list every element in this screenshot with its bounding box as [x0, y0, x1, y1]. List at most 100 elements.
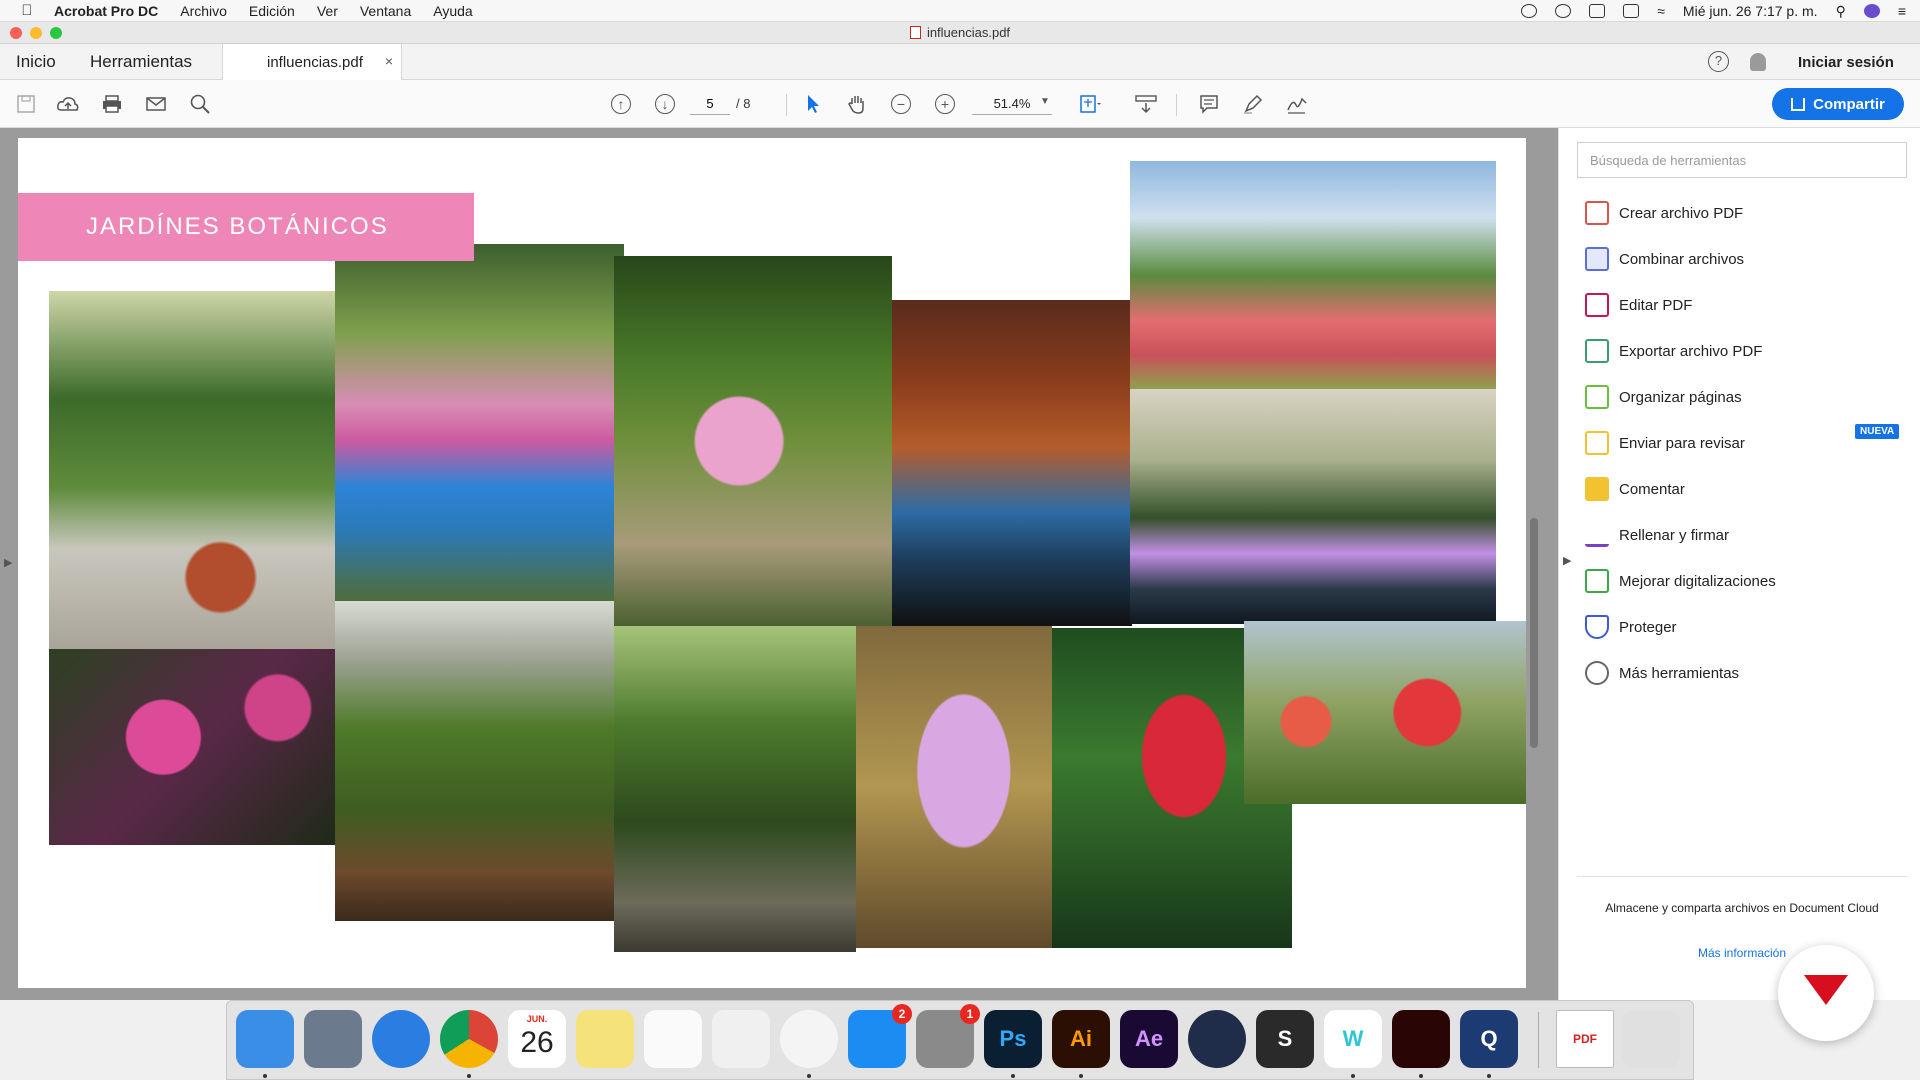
scroll-mode-icon[interactable] — [1134, 92, 1158, 116]
dock-system-preferences-icon[interactable]: 1 — [916, 1004, 980, 1068]
dock-calendar-icon[interactable]: JUN. 26 — [508, 1010, 566, 1068]
previous-page-icon[interactable]: ↑ — [609, 92, 633, 116]
create-pdf-icon — [1585, 201, 1609, 225]
share-button[interactable]: Compartir — [1772, 88, 1904, 120]
tool-fill-and-sign[interactable]: Rellenar y firmar — [1585, 520, 1729, 550]
menu-archivo[interactable]: Archivo — [180, 3, 227, 19]
siri-icon[interactable] — [1863, 4, 1880, 18]
apple-menu-icon[interactable]:  — [0, 2, 54, 19]
dock-separator — [1538, 1012, 1539, 1068]
tool-enhance-scans[interactable]: Mejorar digitalizaciones — [1585, 566, 1776, 596]
dock-illustrator-icon[interactable]: Ai — [1052, 1010, 1110, 1068]
airplay-icon[interactable] — [1623, 4, 1640, 18]
record-status-icon[interactable] — [1521, 4, 1538, 18]
window-zoom-button[interactable] — [50, 27, 62, 39]
tab-document[interactable]: influencias.pdf × — [222, 44, 402, 80]
page-number-input[interactable] — [690, 93, 730, 115]
dock-app-label: Ps — [999, 1026, 1027, 1051]
running-indicator — [1487, 1074, 1491, 1078]
running-indicator — [1079, 1074, 1083, 1078]
dock-app-label: W — [1342, 1026, 1364, 1051]
tool-create-pdf[interactable]: Crear archivo PDF — [1585, 198, 1743, 228]
pdf-file-icon — [909, 26, 921, 39]
running-indicator — [467, 1074, 471, 1078]
dock-photos-icon[interactable] — [712, 1010, 770, 1068]
select-cursor-icon[interactable] — [801, 92, 825, 116]
help-icon[interactable]: ? — [1708, 51, 1729, 72]
upload-cloud-icon[interactable] — [56, 92, 80, 116]
search-icon[interactable] — [188, 92, 212, 116]
dock-trash-icon[interactable] — [1622, 1010, 1680, 1068]
tool-more-tools[interactable]: Más herramientas — [1585, 658, 1739, 688]
dock-pdf-document-icon[interactable]: PDF — [1556, 1010, 1614, 1068]
dock-photoshop-icon[interactable]: Ps — [984, 1010, 1042, 1068]
email-icon[interactable] — [144, 92, 168, 116]
notification-center-icon[interactable]: ≡ — [1898, 3, 1906, 19]
window-title-bar: influencias.pdf — [0, 22, 1920, 44]
notifications-bell-icon[interactable] — [1750, 53, 1766, 71]
tool-combine-files[interactable]: Combinar archivos — [1585, 244, 1744, 274]
highlight-pen-icon[interactable] — [1241, 92, 1265, 116]
tool-protect[interactable]: Proteger — [1585, 612, 1677, 642]
calendar-day: 26 — [520, 1026, 554, 1059]
tab-tools[interactable]: Herramientas — [90, 52, 192, 72]
photo-red-roses — [1244, 621, 1526, 804]
collapse-pane-icon[interactable]: ▶ — [1563, 554, 1571, 567]
hand-tool-icon[interactable] — [845, 92, 869, 116]
menu-ventana[interactable]: Ventana — [360, 3, 411, 19]
menu-edicion[interactable]: Edición — [249, 3, 295, 19]
dock-safari-icon[interactable] — [372, 1010, 430, 1068]
floating-logo-button[interactable] — [1778, 945, 1874, 1041]
dock-itunes-icon[interactable] — [780, 1010, 838, 1068]
menu-ver[interactable]: Ver — [317, 3, 338, 19]
dock-sketchup-s-icon[interactable]: S — [1256, 1010, 1314, 1068]
tool-label: Proteger — [1619, 618, 1677, 636]
wifi-icon[interactable]: ≈ — [1657, 3, 1665, 19]
tool-export-pdf[interactable]: Exportar archivo PDF — [1585, 336, 1762, 366]
menu-ayuda[interactable]: Ayuda — [433, 3, 472, 19]
zoom-out-icon[interactable]: − — [889, 92, 913, 116]
dock-cinema-4d-icon[interactable] — [1188, 1010, 1246, 1068]
dock-launchpad-icon[interactable] — [304, 1010, 362, 1068]
dock-notes-icon[interactable] — [576, 1010, 634, 1068]
photo-park-fountain-night — [1130, 389, 1496, 624]
tools-search-input[interactable] — [1577, 142, 1907, 178]
display-icon[interactable] — [1589, 4, 1606, 18]
dock-app-store-icon[interactable]: 2 — [848, 1004, 912, 1068]
sign-icon[interactable] — [1285, 92, 1309, 116]
tool-label: Rellenar y firmar — [1619, 526, 1730, 544]
tool-send-for-review[interactable]: Enviar para revisar — [1585, 428, 1745, 458]
toolbar-divider — [786, 94, 787, 116]
zoom-in-icon[interactable]: + — [933, 92, 957, 116]
clock[interactable]: Mié jun. 26 7:17 p. m. — [1683, 3, 1818, 19]
next-page-icon[interactable]: ↓ — [653, 92, 677, 116]
document-viewport[interactable]: ▶ JARDÍNES BOTÁNICOS — [0, 128, 1558, 1000]
dock-reminders-icon[interactable] — [644, 1010, 702, 1068]
creative-cloud-icon[interactable] — [1555, 4, 1572, 18]
photo-conservatory-woman — [49, 291, 335, 649]
save-icon[interactable] — [14, 92, 38, 116]
vertical-scrollbar[interactable] — [1530, 518, 1538, 748]
chevron-down-icon[interactable]: ▼ — [1040, 96, 1050, 107]
spotlight-search-icon[interactable]: ⚲ — [1836, 3, 1846, 20]
dock-finder-icon[interactable] — [236, 1010, 294, 1068]
dock-word-w-icon[interactable]: W — [1324, 1010, 1382, 1068]
tool-comment[interactable]: Comentar — [1585, 474, 1685, 504]
close-tab-icon[interactable]: × — [385, 53, 393, 69]
dock-quicktime-icon[interactable]: Q — [1460, 1010, 1518, 1068]
menu-app-name[interactable]: Acrobat Pro DC — [54, 3, 158, 19]
window-close-button[interactable] — [10, 27, 22, 39]
left-panel-toggle-icon[interactable]: ▶ — [4, 556, 12, 569]
window-minimize-button[interactable] — [30, 27, 42, 39]
window-title: influencias.pdf — [926, 25, 1011, 40]
tool-edit-pdf[interactable]: Editar PDF — [1585, 290, 1692, 320]
tab-home[interactable]: Inicio — [16, 52, 56, 72]
dock-chrome-icon[interactable] — [440, 1010, 498, 1068]
dock-after-effects-icon[interactable]: Ae — [1120, 1010, 1178, 1068]
tool-organize-pages[interactable]: Organizar páginas — [1585, 382, 1742, 412]
sign-in-link[interactable]: Iniciar sesión — [1798, 54, 1894, 71]
print-icon[interactable] — [100, 92, 124, 116]
dock-acrobat-icon[interactable] — [1392, 1010, 1450, 1068]
page-display-icon[interactable] — [1078, 92, 1102, 116]
comment-icon[interactable] — [1197, 92, 1221, 116]
